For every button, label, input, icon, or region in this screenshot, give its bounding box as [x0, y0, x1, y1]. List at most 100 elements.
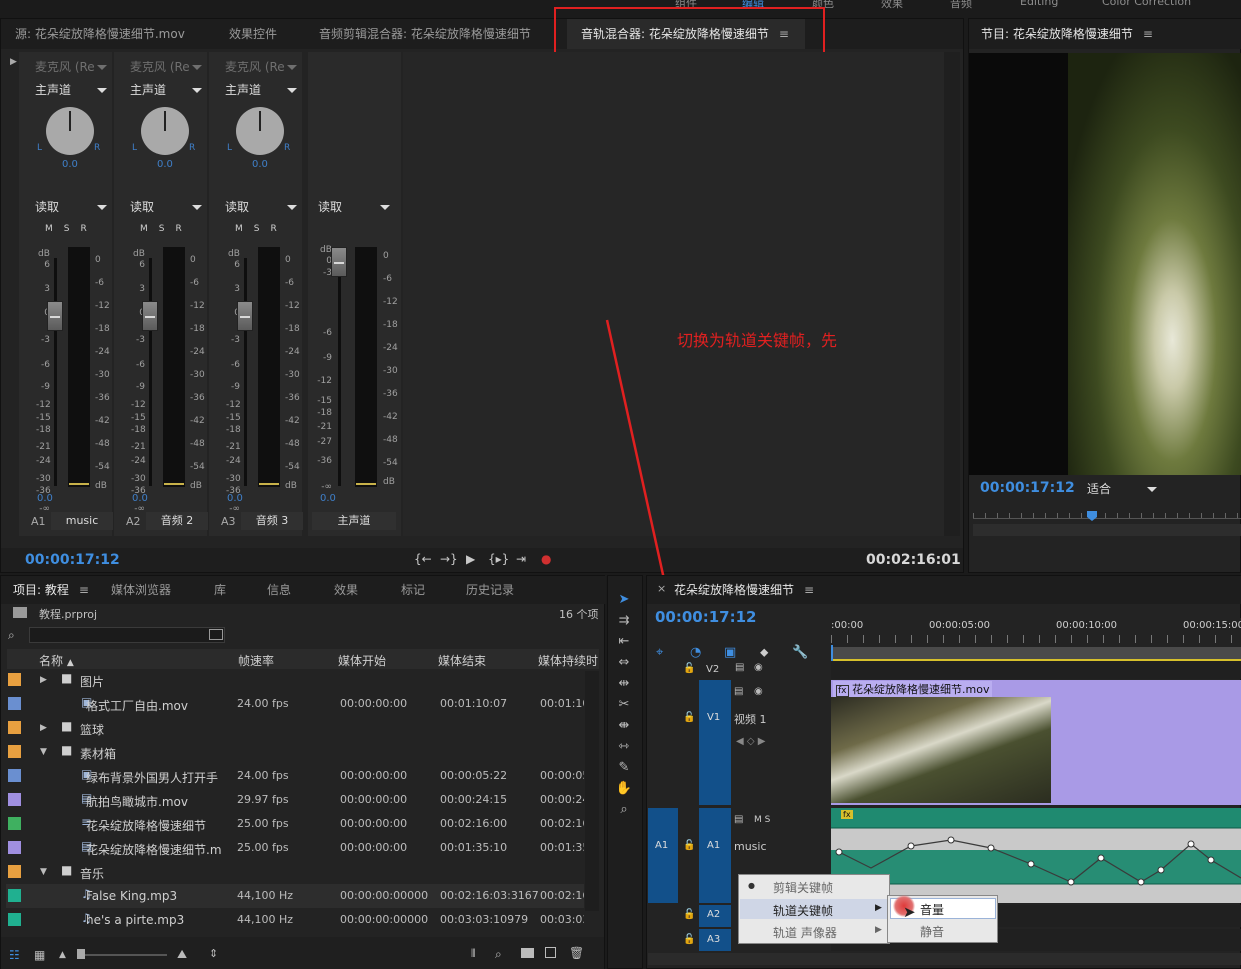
new-bin-icon[interactable] [521, 948, 534, 958]
timeline-ruler[interactable] [831, 618, 1241, 648]
sort-icon[interactable]: ⇕ [209, 947, 218, 960]
collapse-arrow-icon[interactable]: ▼ [40, 867, 47, 877]
menu-item-track-keyframes[interactable]: 轨道关键帧 [773, 902, 833, 919]
search-icon[interactable]: ⌕ [8, 628, 15, 643]
menu-item-track-panner[interactable]: 轨道 声像器 [773, 924, 837, 941]
sync-lock-icon[interactable]: ▤ [735, 662, 744, 673]
rolling-edit-tool-icon[interactable]: ⇔ [612, 655, 636, 673]
panel-menu-icon[interactable]: ≡ [804, 576, 814, 604]
label-color-swatch[interactable] [8, 697, 21, 710]
tab-project[interactable]: 项目: 教程 ≡ [13, 576, 89, 604]
sync-lock-icon[interactable]: ▤ [734, 686, 743, 697]
label-color-swatch[interactable] [8, 817, 21, 830]
new-item-icon[interactable] [545, 947, 556, 958]
program-time-ruler[interactable] [973, 513, 1241, 519]
program-playhead[interactable] [1087, 511, 1097, 521]
track-v2-label[interactable]: V2 [706, 664, 719, 675]
col-media-duration[interactable]: 媒体持续时 [538, 652, 598, 669]
zoom-tool-icon[interactable]: ⌕ [612, 802, 636, 820]
panel-menu-icon[interactable]: ≡ [79, 576, 89, 604]
list-item[interactable]: ▤ 航拍鸟瞰城市.mov 29.97 fps 00:00:00:00 00:00:24:… [6, 788, 584, 812]
new-search-bin-icon[interactable] [209, 629, 223, 640]
mute-solo-buttons[interactable]: M S [754, 815, 770, 825]
list-item[interactable]: ▼ ■ 音乐 [6, 860, 584, 884]
menu-item-mute[interactable]: 静音 [920, 923, 944, 940]
close-icon[interactable]: × [657, 582, 666, 595]
lock-icon[interactable]: 🔓 [683, 712, 695, 723]
program-timecode[interactable]: 00:00:17:12 [980, 480, 1075, 496]
track-area-v2[interactable] [831, 661, 1241, 679]
label-color-swatch[interactable] [8, 889, 21, 902]
menu-item-clip-keyframes[interactable]: 剪辑关键帧 [773, 879, 833, 896]
lock-icon[interactable]: 🔓 [683, 663, 695, 674]
zoom-slider-thumb[interactable] [77, 949, 85, 959]
track-select-tool-icon[interactable]: ⇉ [612, 613, 636, 631]
project-search-input[interactable] [29, 627, 225, 643]
label-color-swatch[interactable] [8, 841, 21, 854]
expand-arrow-icon[interactable]: ▶ [40, 675, 47, 685]
zoom-in-icon[interactable]: ⛰ [177, 947, 187, 962]
label-color-swatch[interactable] [8, 745, 21, 758]
tab-effects[interactable]: 效果 [334, 576, 358, 604]
slide-tool-icon[interactable]: ⇿ [612, 739, 636, 757]
timeline-timecode[interactable]: 00:00:17:12 [655, 608, 757, 626]
razor-tool-icon[interactable]: ✂ [612, 697, 636, 715]
list-item[interactable]: ♫ he's a pirte.mp3 44,100 Hz 00:00:00:00000… [6, 908, 584, 928]
collapse-arrow-icon[interactable]: ▼ [40, 747, 47, 757]
marker-icon[interactable]: ⬥ [760, 645, 768, 660]
linked-selection-icon[interactable]: ◔ [690, 645, 701, 660]
col-media-start[interactable]: 媒体开始 [338, 652, 386, 669]
find-icon[interactable]: ⌕ [495, 947, 502, 962]
label-color-swatch[interactable] [8, 865, 21, 878]
eye-icon[interactable]: ◉ [754, 686, 763, 697]
list-item[interactable]: ♫ False King.mp3 44,100 Hz 00:00:00:00000 00… [6, 884, 584, 908]
list-item[interactable]: ▤ 花朵绽放降格慢速细节.m 25.00 fps 00:00:00:00 00:01:3… [6, 836, 584, 860]
program-zoom-dropdown[interactable]: 适合 [1083, 479, 1163, 499]
tab-program[interactable]: 节目: 花朵绽放降格慢速细节 ≡ [981, 19, 1153, 49]
tab-markers[interactable]: 标记 [401, 576, 425, 604]
list-item[interactable]: ▼ ■ 素材箱 [6, 740, 584, 764]
lock-icon[interactable]: 🔓 [683, 840, 695, 851]
wrench-icon[interactable]: 🔧 [792, 645, 808, 660]
icon-view-icon[interactable]: ▦ [34, 948, 45, 962]
tab-info[interactable]: 信息 [267, 576, 291, 604]
col-frame-rate[interactable]: 帧速率 [238, 652, 274, 669]
lock-icon[interactable]: 🔓 [683, 934, 695, 945]
label-color-swatch[interactable] [8, 673, 21, 686]
hand-tool-icon[interactable]: ✋ [612, 781, 636, 799]
col-name[interactable]: 名称 ▲ [39, 652, 74, 669]
list-item[interactable]: ≡ 花朵绽放降格慢速细节 25.00 fps 00:00:00:00 00:02:16:… [6, 812, 584, 836]
zoom-out-icon[interactable]: ▲ [59, 950, 66, 960]
track-a1-target[interactable] [699, 808, 731, 903]
lock-icon[interactable]: 🔓 [683, 909, 695, 920]
list-item[interactable]: ▣ 绿布背景外国男人打开手 24.00 fps 00:00:00:00 00:00:05… [6, 764, 584, 788]
pen-tool-icon[interactable]: ✎ [612, 760, 636, 778]
thumbnail-zoom-slider[interactable] [77, 954, 167, 956]
rate-stretch-tool-icon[interactable]: ⇹ [612, 676, 636, 694]
label-color-swatch[interactable] [8, 769, 21, 782]
track-v1-target[interactable] [699, 680, 731, 805]
tab-media-browser[interactable]: 媒体浏览器 [111, 576, 171, 604]
selection-tool-icon[interactable]: ➤ [612, 592, 636, 610]
label-color-swatch[interactable] [8, 913, 21, 926]
automate-to-sequence-icon[interactable]: ⫴ [471, 947, 476, 961]
source-patch-a1[interactable] [648, 808, 678, 903]
program-scrollbar[interactable] [973, 524, 1241, 536]
col-media-end[interactable]: 媒体结束 [438, 652, 486, 669]
panel-menu-icon[interactable]: ≡ [1143, 19, 1153, 49]
list-item[interactable]: ▶ ■ 图片 [6, 668, 584, 692]
keyframe-nav-icon[interactable]: ◀ ◇ ▶ [736, 736, 765, 747]
tab-libraries[interactable]: 库 [214, 576, 226, 604]
eye-icon[interactable]: ◉ [754, 662, 763, 673]
list-item[interactable]: ▣ 格式工厂自由.mov 24.00 fps 00:00:00:00 00:01:10:… [6, 692, 584, 716]
tab-history[interactable]: 历史记录 [466, 576, 514, 604]
list-view-icon[interactable]: ☷ [9, 948, 20, 962]
trash-icon[interactable]: 🗑 [569, 946, 584, 960]
list-item[interactable]: ▶ ■ 篮球 [6, 716, 584, 740]
expand-arrow-icon[interactable]: ▶ [40, 723, 47, 733]
add-marker-icon[interactable]: ▣ [724, 645, 736, 660]
slip-tool-icon[interactable]: ⇼ [612, 718, 636, 736]
timeline-hscroll[interactable] [648, 953, 1241, 965]
project-vscroll[interactable] [585, 671, 599, 911]
snap-icon[interactable]: ⌖ [656, 645, 663, 660]
